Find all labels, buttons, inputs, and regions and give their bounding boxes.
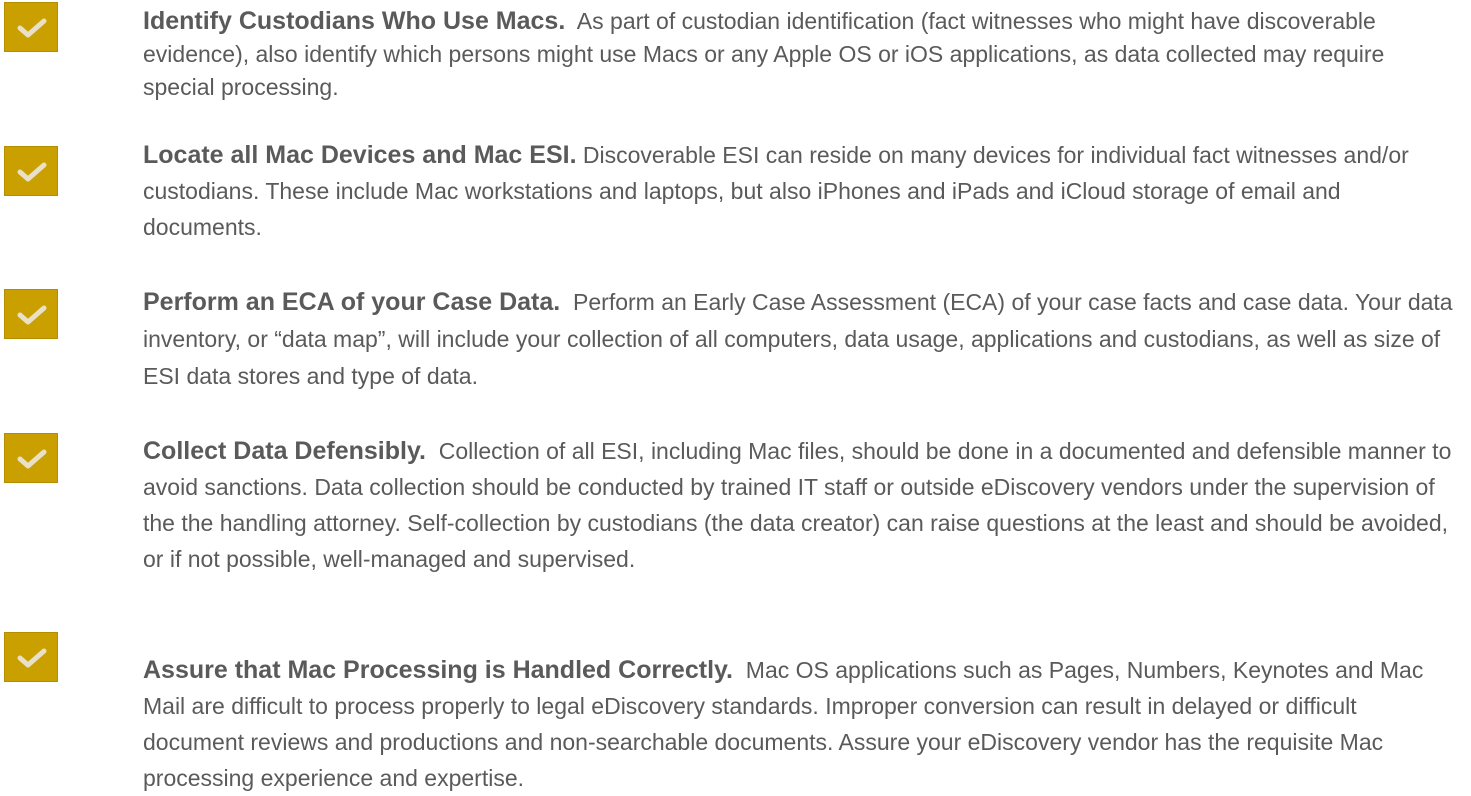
item-text: Collect Data Defensibly. Collection of a… bbox=[143, 433, 1458, 577]
checkmark-icon bbox=[4, 146, 58, 196]
checkmark-icon bbox=[4, 289, 58, 339]
item-heading: Identify Custodians Who Use Macs. bbox=[143, 7, 566, 35]
item-heading: Perform an ECA of your Case Data. bbox=[143, 288, 561, 316]
checkmark-icon bbox=[4, 2, 58, 52]
item-text: Identify Custodians Who Use Macs. As par… bbox=[143, 5, 1458, 104]
item-text: Perform an ECA of your Case Data. Perfor… bbox=[143, 284, 1458, 395]
item-heading: Locate all Mac Devices and Mac ESI. bbox=[143, 141, 577, 169]
checkmark-icon bbox=[4, 433, 58, 483]
checklist: Identify Custodians Who Use Macs. As par… bbox=[0, 0, 1471, 793]
item-text: Locate all Mac Devices and Mac ESI. Disc… bbox=[143, 137, 1458, 245]
checkmark-icon bbox=[4, 632, 58, 682]
item-heading: Assure that Mac Processing is Handled Co… bbox=[143, 656, 734, 684]
item-heading: Collect Data Defensibly. bbox=[143, 437, 426, 465]
item-text: Assure that Mac Processing is Handled Co… bbox=[143, 652, 1458, 796]
